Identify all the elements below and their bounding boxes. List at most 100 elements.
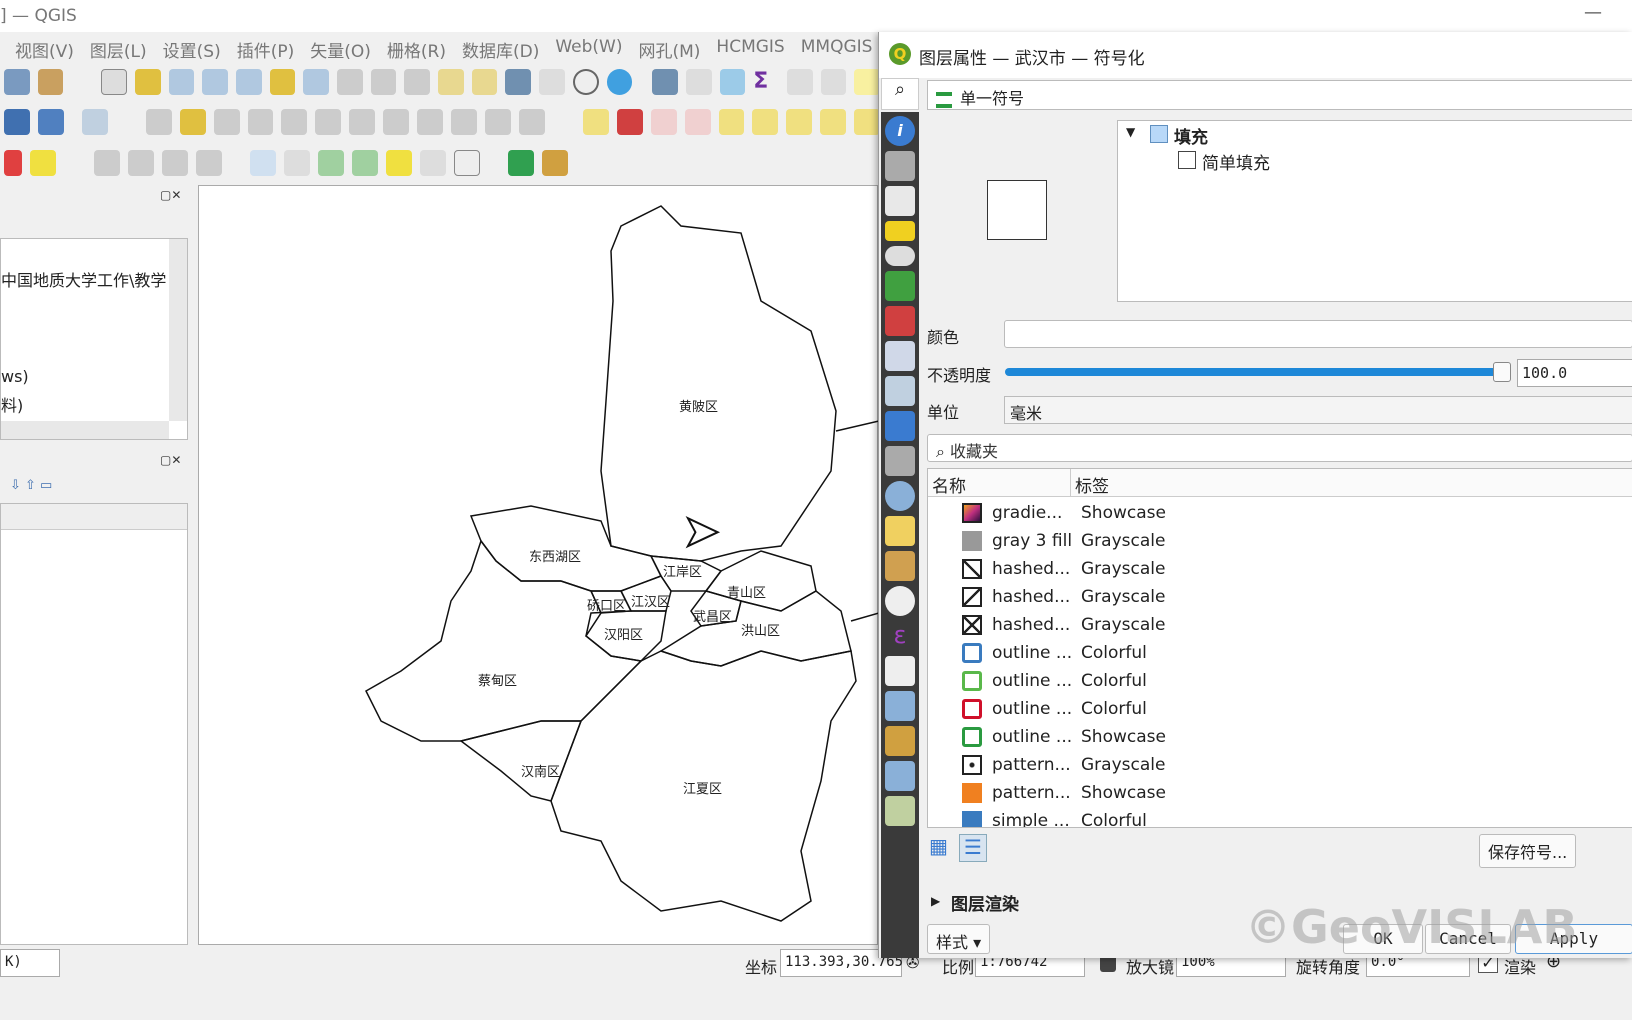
menu-plugins[interactable]: 插件(P) [237, 37, 295, 62]
digitizing-icon[interactable] [885, 796, 915, 826]
pin-label-icon[interactable] [650, 109, 677, 135]
simplify-icon[interactable] [128, 150, 154, 176]
browser-item[interactable]: 料) [1, 392, 23, 416]
modify-attributes-icon[interactable] [315, 109, 342, 135]
renderer-select[interactable]: 单一符号 [927, 80, 1632, 110]
zoom-native-icon[interactable] [337, 69, 363, 95]
select-feature-icon[interactable] [30, 150, 56, 176]
zoom-full-icon[interactable] [236, 69, 262, 95]
redo-icon[interactable] [518, 109, 545, 135]
opacity-slider-handle[interactable] [1493, 362, 1511, 382]
zoom-layer-icon[interactable] [303, 69, 330, 95]
source-icon[interactable] [885, 151, 915, 181]
symbol-row[interactable]: gradie... Showcase [928, 499, 1568, 527]
select-annotation-icon[interactable] [284, 150, 310, 176]
collapse-arrow-icon[interactable]: ▼ [1126, 125, 1135, 139]
grid-layer-icon[interactable] [37, 109, 64, 135]
add-feature-icon[interactable] [247, 109, 274, 135]
zoom-next-icon[interactable] [404, 69, 431, 95]
map-canvas[interactable]: 黄陂区 东西湖区 江岸区 硚口区 江汉区 青山区 武昌区 汉阳区 洪山区 蔡甸区… [198, 185, 880, 945]
auxiliary-storage-icon[interactable] [885, 446, 915, 476]
symbol-row[interactable]: simple ... Colorful [928, 807, 1568, 827]
joins-icon[interactable] [885, 411, 915, 441]
text-annotation-icon[interactable] [250, 150, 276, 176]
horizontal-scrollbar[interactable] [1, 421, 169, 439]
opacity-slider[interactable] [1005, 368, 1505, 376]
variables-icon[interactable]: ε [885, 621, 915, 651]
menu-raster[interactable]: 栅格(R) [387, 37, 446, 62]
attribute-table-icon[interactable] [685, 69, 712, 95]
menu-view[interactable]: 视图(V) [15, 37, 74, 62]
style-manager-icon[interactable] [37, 69, 64, 95]
pan-to-selection-icon[interactable] [135, 69, 161, 95]
menu-hcmgis[interactable]: HCMGIS [716, 37, 784, 62]
actions-icon[interactable] [885, 481, 915, 511]
locator-field[interactable]: K) [0, 949, 60, 977]
map-tips-icon[interactable] [854, 69, 880, 95]
georeferencer-icon[interactable] [542, 150, 568, 176]
layer-rendering-section[interactable]: 图层渲染 [951, 890, 1019, 915]
menu-mmqgis[interactable]: MMQGIS [801, 37, 873, 62]
browser-item[interactable]: ws) [1, 367, 29, 386]
symbology-icon[interactable] [885, 186, 915, 216]
temporal-icon[interactable] [572, 69, 599, 95]
symbol-row[interactable]: pattern... Grayscale [928, 751, 1568, 779]
paste-icon[interactable] [451, 109, 477, 135]
color-button[interactable] [1004, 320, 1632, 348]
legend-icon[interactable] [885, 726, 915, 756]
panel-float-close-icons[interactable]: ▢✕ [160, 453, 181, 467]
diagram-icon[interactable] [616, 109, 643, 135]
symbol-row[interactable]: hashed... Grayscale [928, 583, 1568, 611]
unit-select[interactable]: 毫米 [1004, 396, 1632, 424]
diagrams-icon[interactable] [885, 306, 915, 336]
list-view-button[interactable]: ☰ [959, 834, 987, 862]
new-3d-view-icon[interactable] [471, 69, 498, 95]
symbol-row[interactable]: outline ... Colorful [928, 667, 1568, 695]
edits-icon[interactable] [145, 109, 172, 135]
symbol-row[interactable]: outline ... Showcase [928, 723, 1568, 751]
tree-fill[interactable]: 填充 [1174, 123, 1208, 148]
cut-icon[interactable] [383, 109, 410, 135]
refresh-icon[interactable] [606, 69, 633, 95]
move-label-icon[interactable] [718, 109, 745, 135]
show-bookmarks-icon[interactable] [539, 69, 565, 95]
column-name[interactable]: 名称 [932, 472, 966, 497]
ruler-icon[interactable] [820, 69, 847, 95]
masks-icon[interactable] [885, 246, 915, 266]
fields-icon[interactable] [885, 341, 915, 371]
locator-icon[interactable] [508, 150, 534, 176]
search-icon[interactable]: ⌕ [881, 78, 919, 110]
new-map-view-icon[interactable] [438, 69, 464, 95]
toggle-editing-icon[interactable] [179, 109, 206, 135]
vertical-scrollbar[interactable] [169, 239, 187, 421]
qgis-server-icon[interactable] [885, 761, 915, 791]
identify-icon[interactable] [652, 69, 678, 95]
highlight-label-icon[interactable] [684, 109, 711, 135]
select-icon[interactable] [4, 150, 22, 176]
symbol-row[interactable]: outline ... Colorful [928, 639, 1568, 667]
style-button[interactable]: 样式 ▾ [927, 924, 991, 954]
add-polygon-icon[interactable] [318, 150, 344, 176]
zoom-in-icon[interactable] [168, 69, 195, 95]
menu-settings[interactable]: 设置(S) [163, 37, 221, 62]
column-tag[interactable]: 标签 [1070, 469, 1113, 497]
menu-web[interactable]: Web(W) [555, 37, 622, 62]
vertex-tool-icon[interactable] [281, 109, 308, 135]
add-ring-icon[interactable] [162, 150, 188, 176]
minimize-button[interactable]: — [1584, 2, 1602, 23]
3d-view-icon[interactable] [885, 271, 915, 301]
statistics-icon[interactable]: Σ [753, 69, 779, 95]
label-abc-icon[interactable] [582, 109, 609, 135]
dependencies-icon[interactable] [885, 691, 915, 721]
metadata-icon[interactable] [885, 656, 915, 686]
tree-simple-fill[interactable]: 简单填充 [1202, 149, 1270, 174]
delete-icon[interactable] [349, 109, 376, 135]
symbol-row[interactable]: hashed... Grayscale [928, 611, 1568, 639]
layer-icon[interactable] [4, 109, 30, 135]
labels-icon[interactable] [885, 221, 915, 241]
change-label-icon[interactable] [820, 109, 847, 135]
add-line-icon[interactable] [352, 150, 378, 176]
opacity-field[interactable]: 100.0 [1517, 359, 1632, 387]
save-symbol-button[interactable]: 保存符号... [1479, 834, 1577, 868]
rotate-feature-icon[interactable] [94, 150, 120, 176]
